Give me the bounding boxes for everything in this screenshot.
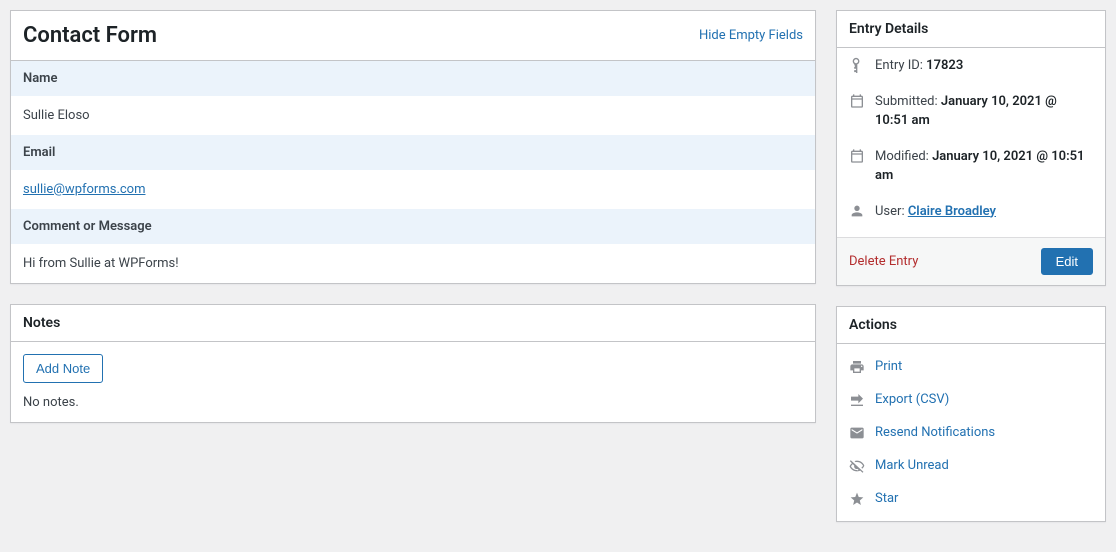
star-link[interactable]: Star bbox=[875, 491, 898, 506]
entry-id-value: 17823 bbox=[926, 58, 963, 73]
delete-entry-link[interactable]: Delete Entry bbox=[849, 254, 918, 269]
no-notes-text: No notes. bbox=[23, 395, 803, 410]
contact-form-panel: Contact Form Hide Empty Fields Name Sull… bbox=[10, 10, 816, 284]
edit-button[interactable]: Edit bbox=[1041, 248, 1093, 275]
calendar-icon bbox=[849, 93, 865, 109]
submitted-row: Submitted: January 10, 2021 @ 10:51 am bbox=[837, 84, 1105, 139]
resend-link[interactable]: Resend Notifications bbox=[875, 425, 995, 440]
entry-id-row: Entry ID: 17823 bbox=[837, 48, 1105, 84]
notes-header: Notes bbox=[11, 305, 815, 342]
action-mark-unread: Mark Unread bbox=[837, 449, 1105, 482]
mark-unread-link[interactable]: Mark Unread bbox=[875, 458, 949, 473]
actions-title: Actions bbox=[849, 317, 897, 333]
email-link[interactable]: sullie@wpforms.com bbox=[23, 182, 146, 197]
calendar-icon bbox=[849, 148, 865, 164]
entry-details-title: Entry Details bbox=[849, 21, 928, 37]
user-label: User: bbox=[875, 204, 908, 219]
contact-form-header: Contact Form Hide Empty Fields bbox=[11, 11, 815, 61]
notes-title: Notes bbox=[23, 315, 60, 331]
action-star: Star bbox=[837, 482, 1105, 515]
user-link[interactable]: Claire Broadley bbox=[908, 204, 996, 219]
print-icon bbox=[849, 359, 865, 375]
action-print: Print bbox=[837, 350, 1105, 383]
entry-details-header: Entry Details bbox=[837, 11, 1105, 48]
entry-details-panel: Entry Details Entry ID: 17823 Submitted:… bbox=[836, 10, 1106, 286]
user-icon bbox=[849, 203, 865, 219]
mail-icon bbox=[849, 425, 865, 441]
action-resend: Resend Notifications bbox=[837, 416, 1105, 449]
print-link[interactable]: Print bbox=[875, 359, 902, 374]
modified-label: Modified: bbox=[875, 149, 932, 164]
entry-id-label: Entry ID: bbox=[875, 58, 926, 73]
actions-header: Actions bbox=[837, 307, 1105, 344]
modified-row: Modified: January 10, 2021 @ 10:51 am bbox=[837, 139, 1105, 194]
star-icon bbox=[849, 491, 865, 507]
notes-panel: Notes Add Note No notes. bbox=[10, 304, 816, 423]
actions-panel: Actions Print Export (CSV) bbox=[836, 306, 1106, 522]
field-name-label: Name bbox=[11, 61, 815, 96]
field-name-value: Sullie Eloso bbox=[11, 96, 815, 135]
field-email-value: sullie@wpforms.com bbox=[11, 170, 815, 209]
add-note-button[interactable]: Add Note bbox=[23, 354, 103, 383]
contact-form-title: Contact Form bbox=[23, 23, 157, 48]
field-email-label: Email bbox=[11, 135, 815, 170]
key-icon bbox=[849, 57, 865, 73]
field-message-value: Hi from Sullie at WPForms! bbox=[11, 244, 815, 283]
entry-details-footer: Delete Entry Edit bbox=[837, 237, 1105, 285]
action-export: Export (CSV) bbox=[837, 383, 1105, 416]
export-link[interactable]: Export (CSV) bbox=[875, 392, 949, 407]
submitted-label: Submitted: bbox=[875, 94, 941, 109]
export-icon bbox=[849, 392, 865, 408]
field-message-label: Comment or Message bbox=[11, 209, 815, 244]
hide-empty-fields-link[interactable]: Hide Empty Fields bbox=[699, 28, 803, 43]
user-row: User: Claire Broadley bbox=[837, 194, 1105, 230]
eye-slash-icon bbox=[849, 458, 865, 474]
